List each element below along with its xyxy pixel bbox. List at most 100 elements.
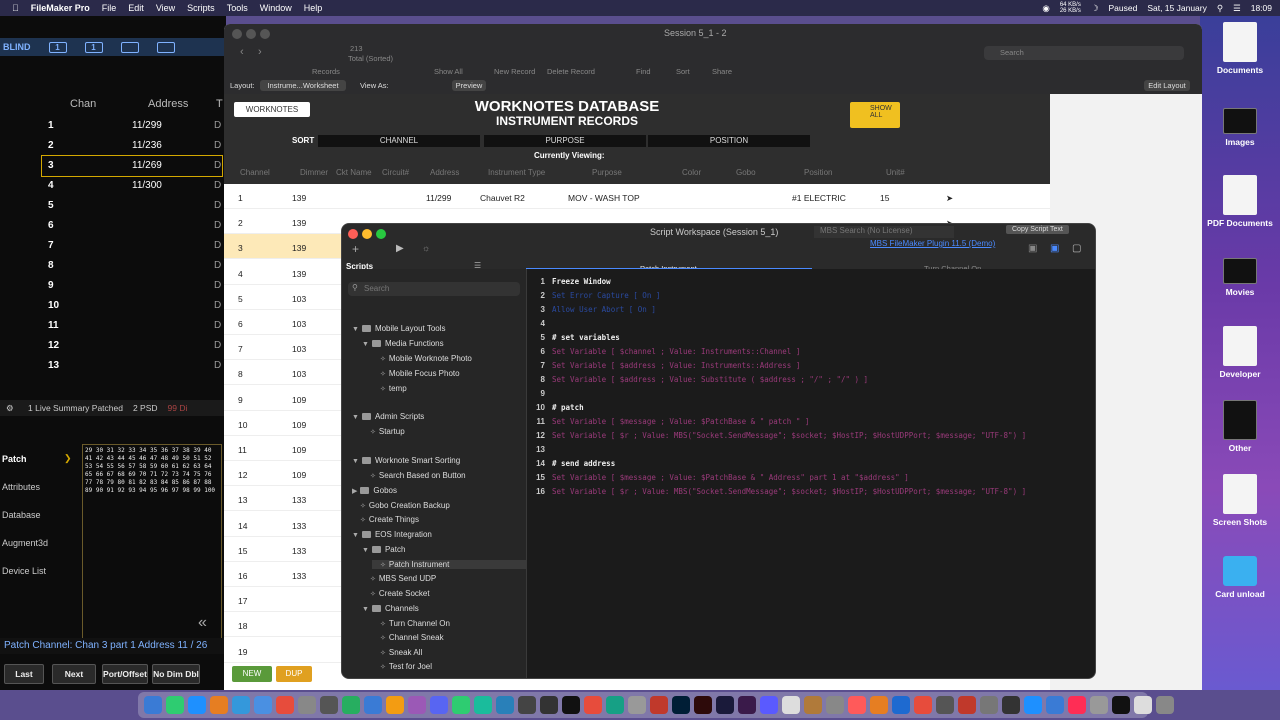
desktop-movies[interactable]: Movies	[1205, 258, 1275, 297]
copy-script-button[interactable]: Copy Script Text	[1006, 225, 1069, 234]
eos-channel-row[interactable]: 4 11/300 D	[42, 176, 222, 196]
sidebar-toggle-icon[interactable]: ▣	[1050, 243, 1059, 254]
paused-status[interactable]: Paused	[1108, 3, 1137, 13]
debug-icon[interactable]: ☼	[422, 243, 430, 253]
dock-app-icon[interactable]	[364, 696, 382, 714]
moon-icon[interactable]: ☽	[1091, 3, 1099, 14]
dock-app-icon[interactable]	[804, 696, 822, 714]
chevron-right-icon[interactable]: ❯	[64, 453, 72, 464]
send-arrow-icon[interactable]: ➤	[946, 193, 953, 204]
dock-app-icon[interactable]	[232, 696, 250, 714]
script-step[interactable]: Set Variable [ $address ; Value: Instrum…	[552, 361, 800, 370]
eos-channel-row[interactable]: 1 11/299 D	[42, 116, 222, 136]
script-item[interactable]: ▶AV Capture Scripts	[352, 677, 440, 678]
menu-help[interactable]: Help	[304, 3, 323, 13]
eos-channel-row[interactable]: 12 D	[42, 336, 222, 356]
script-step[interactable]: Set Error Capture [ On ]	[552, 291, 660, 300]
dock-app-icon[interactable]	[980, 696, 998, 714]
desktop-card-unload[interactable]: Card unload	[1205, 548, 1275, 599]
script-item[interactable]: ✧ Turn Channel On	[372, 619, 450, 628]
dock-app-icon[interactable]	[166, 696, 184, 714]
side-patch[interactable]: Patch	[2, 454, 27, 464]
blind-button-3[interactable]	[120, 41, 139, 53]
side-attributes[interactable]: Attributes	[2, 482, 40, 492]
collapse-icon[interactable]: «	[198, 614, 207, 632]
menu-tools[interactable]: Tools	[227, 3, 248, 13]
eos-channel-row[interactable]: 3 11/269 D	[41, 155, 223, 177]
script-item[interactable]: ✧ Test for Joel	[372, 662, 432, 671]
desktop-pdf[interactable]: PDF Documents	[1205, 175, 1275, 228]
dock-app-icon[interactable]	[1024, 696, 1042, 714]
show-all-button[interactable]: SHOW ALL	[850, 102, 900, 128]
script-item[interactable]: ▼ Worknote Smart Sorting	[352, 456, 460, 465]
menu-view[interactable]: View	[156, 3, 175, 13]
eos-channel-row[interactable]: 8D	[42, 256, 222, 276]
side-augment3d[interactable]: Augment3d	[2, 538, 48, 548]
dock-app-icon[interactable]	[254, 696, 272, 714]
menu-scripts[interactable]: Scripts	[187, 3, 215, 13]
minimize-icon[interactable]	[362, 229, 372, 239]
script-step[interactable]: Set Variable [ $r ; Value: MBS("Socket.S…	[552, 431, 1026, 440]
chevron-down-icon[interactable]: ▼	[352, 532, 359, 539]
script-item[interactable]: ✧ Gobo Creation Backup	[352, 501, 450, 510]
script-item[interactable]: ✧ Channel Sneak	[372, 633, 444, 642]
script-item[interactable]: ✧ temp	[372, 384, 407, 393]
find-button[interactable]: Find	[636, 67, 651, 76]
dock-app-icon[interactable]	[1134, 696, 1152, 714]
blind-button-4[interactable]	[156, 41, 175, 53]
script-item[interactable]: ✧ Mobile Worknote Photo	[372, 354, 472, 363]
dock-app-icon[interactable]	[1068, 696, 1086, 714]
desktop-images[interactable]: Images	[1205, 104, 1275, 147]
dock-app-icon[interactable]	[694, 696, 712, 714]
dock-app-icon[interactable]	[320, 696, 338, 714]
script-item[interactable]: ▼ Mobile Layout Tools	[352, 324, 446, 333]
close-icon[interactable]	[348, 229, 358, 239]
close-icon[interactable]	[232, 29, 242, 39]
side-device-list[interactable]: Device List	[2, 566, 46, 576]
settings-gear-icon[interactable]: ⚙	[6, 403, 14, 414]
script-step[interactable]: Set Variable [ $message ; Value: $PatchB…	[552, 473, 909, 482]
side-database[interactable]: Database	[2, 510, 41, 520]
script-item[interactable]: ✧ Sneak All	[372, 648, 422, 657]
summary-live[interactable]: 1 Live Summary Patched	[28, 403, 123, 413]
search-field[interactable]: Search	[984, 46, 1184, 60]
no-dim-dbl-button[interactable]: No Dim Dbl	[152, 664, 200, 684]
script-step[interactable]: Set Variable [ $r ; Value: MBS("Socket.S…	[552, 487, 1026, 496]
script-step[interactable]: # set variables	[552, 333, 620, 342]
zoom-icon[interactable]	[376, 229, 386, 239]
chevron-down-icon[interactable]: ▼	[352, 414, 359, 421]
chevron-down-icon[interactable]: ▼	[352, 458, 359, 465]
script-item[interactable]: ▼ Media Functions	[362, 339, 444, 348]
desktop-developer[interactable]: Developer	[1205, 326, 1275, 379]
script-item[interactable]: ✧ Patch Instrument	[372, 560, 530, 569]
dock-app-icon[interactable]	[958, 696, 976, 714]
layout-select[interactable]: Instrume...Worksheet	[260, 80, 346, 91]
sort-position-tab[interactable]: POSITION	[648, 135, 810, 147]
back-icon[interactable]: ‹	[240, 46, 244, 58]
chevron-down-icon[interactable]: ▼	[362, 341, 369, 348]
new-button[interactable]: NEW	[232, 666, 272, 682]
worknotes-button[interactable]: WORKNOTES	[234, 102, 310, 117]
panel-icon[interactable]: ▣	[1028, 243, 1037, 254]
eos-channel-row[interactable]: 2 11/236 D	[42, 136, 222, 156]
script-step[interactable]: # patch	[552, 403, 584, 412]
fullscreen-icon[interactable]: ▢	[1072, 243, 1081, 254]
script-item[interactable]: ✧ Startup	[362, 427, 405, 436]
dock-app-icon[interactable]	[1090, 696, 1108, 714]
eos-channel-row[interactable]: 5D	[42, 196, 222, 216]
script-item[interactable]: ▼ Patch	[362, 545, 405, 554]
dock-app-icon[interactable]	[826, 696, 844, 714]
dock-app-icon[interactable]	[892, 696, 910, 714]
dock-app-icon[interactable]	[298, 696, 316, 714]
dock-app-icon[interactable]	[1112, 696, 1130, 714]
menu-file[interactable]: File	[102, 3, 117, 13]
dup-button[interactable]: DUP	[276, 666, 312, 682]
run-script-icon[interactable]: ▶	[396, 243, 404, 254]
dock-app-icon[interactable]	[1002, 696, 1020, 714]
script-step[interactable]: Allow User Abort [ On ]	[552, 305, 656, 314]
dock-app-icon[interactable]	[870, 696, 888, 714]
eos-channel-row[interactable]: 7D	[42, 236, 222, 256]
dock-app-icon[interactable]	[760, 696, 778, 714]
dock-app-icon[interactable]	[188, 696, 206, 714]
edit-layout-button[interactable]: Edit Layout	[1144, 80, 1190, 91]
